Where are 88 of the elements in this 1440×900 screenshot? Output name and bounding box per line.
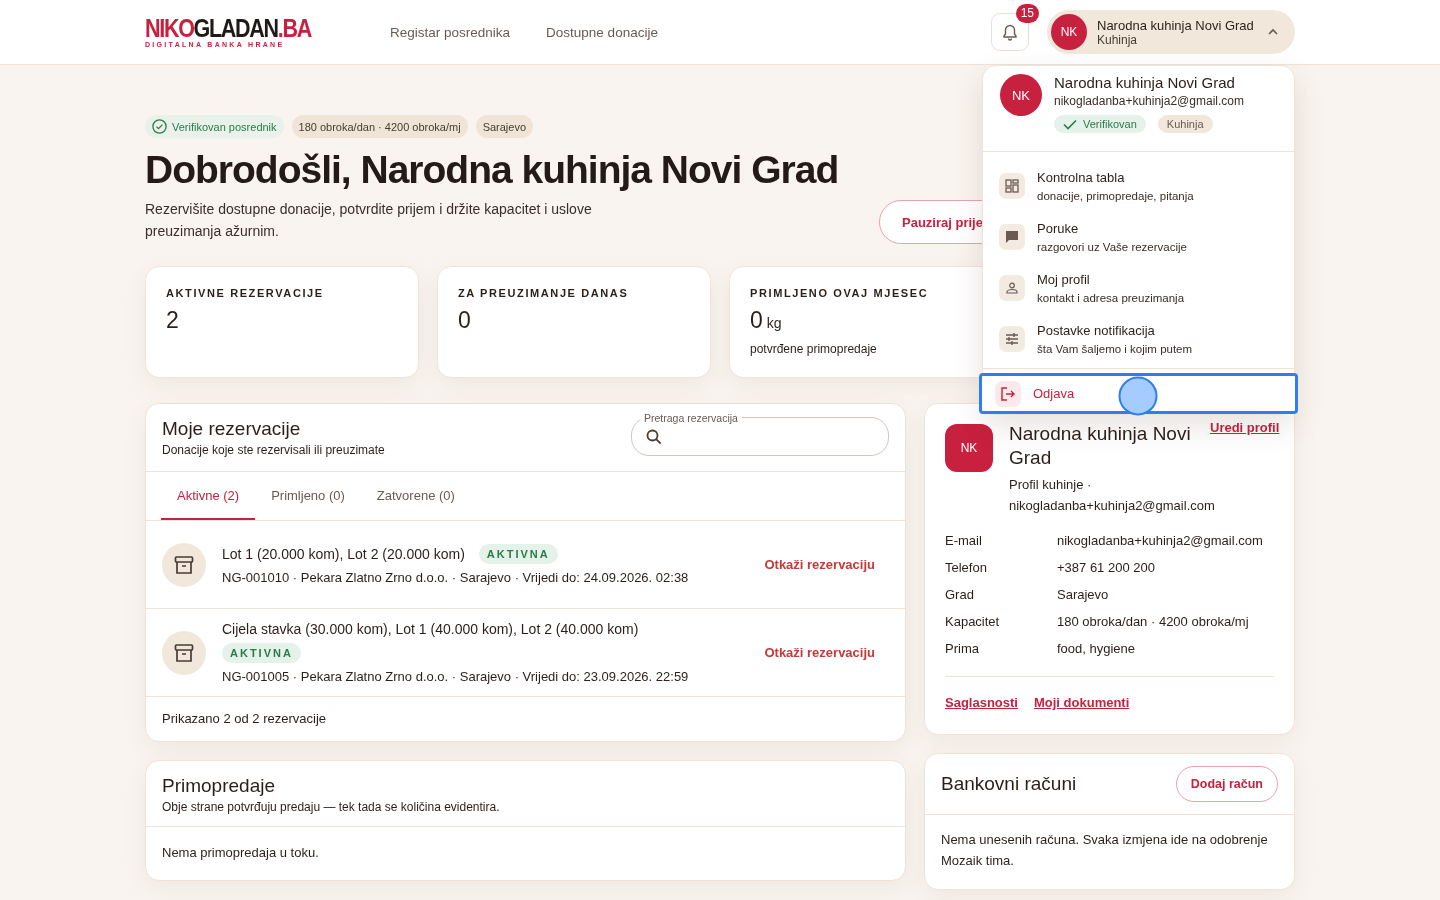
chip-label: Sarajevo xyxy=(482,120,527,133)
status-badge: AKTIVNA xyxy=(478,544,558,564)
page-title: Dobrodošli, Narodna kuhinja Novi Grad xyxy=(145,148,840,192)
account-role: Kuhinja xyxy=(1097,32,1138,47)
menu-item-description: kontakt i adresa preuzimanja xyxy=(1037,291,1185,304)
check-icon xyxy=(1063,118,1077,130)
touch-indicator xyxy=(1118,376,1158,416)
card-title: Bankovni računi xyxy=(941,773,1077,795)
reservation-title: Lot 1 (20.000 kom), Lot 2 (20.000 kom) xyxy=(222,546,465,562)
stat-unit: kg xyxy=(766,315,782,331)
menu-item-label: Poruke xyxy=(1037,220,1080,236)
account-name: Narodna kuhinja Novi Grad xyxy=(1097,17,1254,33)
edit-profile-link[interactable]: Uredi profil xyxy=(1210,420,1280,435)
check-circle-icon xyxy=(152,119,167,134)
menu-item-description: donacije, primopredaje, pitanja xyxy=(1037,189,1194,202)
stat-note: potvrđene primopredaje xyxy=(750,342,878,356)
status-badge: AKTIVNA xyxy=(222,643,301,663)
bell-icon xyxy=(1002,23,1018,41)
cancel-reservation-link[interactable]: Otkaži rezervaciju xyxy=(764,645,875,660)
menu-item[interactable]: Postavke notifikacija šta Vam šaljemo i kojim putem xyxy=(983,313,1294,364)
menu-item-description: šta Vam šaljemo i kojim putem xyxy=(1037,342,1193,355)
chevron-icon xyxy=(1267,28,1279,36)
field-label: Kapacitet xyxy=(945,614,1001,629)
stat-value: 0 xyxy=(750,307,763,334)
search-field[interactable]: Pretraga rezervacija xyxy=(631,411,889,456)
badge-label: Verifikovan xyxy=(1083,118,1137,130)
person-icon xyxy=(1006,281,1018,294)
search-icon xyxy=(646,429,662,445)
notification-count: 15 xyxy=(1015,4,1039,23)
archive-box-icon xyxy=(174,554,194,575)
field-label: E-mail xyxy=(945,533,983,548)
menu-item-description: razgovori uz Vaše rezervacije xyxy=(1037,240,1187,253)
reservation-details: NG-001005 · Pekara Zlatno Zrno d.o.o. · Sarajevo · Vrijedi do: 23.09.2026. 22:59 xyxy=(222,669,690,684)
menu-item-label: Postavke notifikacija xyxy=(1037,322,1156,338)
chat-icon xyxy=(1005,229,1019,244)
profile-link[interactable]: Saglasnosti xyxy=(945,695,1018,710)
field-value: food, hygiene xyxy=(1057,641,1137,656)
chip-label: 180 obroka/dan · 4200 obroka/mj xyxy=(298,120,461,133)
sliders-icon xyxy=(1005,332,1019,345)
stat-value: 0 xyxy=(458,307,471,334)
menu-item-label: Kontrolna tabla xyxy=(1037,169,1126,185)
cancel-reservation-link[interactable]: Otkaži rezervaciju xyxy=(764,557,875,572)
field-value: nikogladanba+kuhinja2@gmail.com xyxy=(1057,533,1264,548)
card-subtitle: Donacije koje ste rezervisali ili preuzimate xyxy=(162,443,385,457)
avatar: NK xyxy=(1000,74,1042,116)
archive-box-icon xyxy=(174,642,194,663)
profile-name: Narodna kuhinja Novi Grad xyxy=(1009,422,1192,470)
card-subtitle: Obje strane potvrđuju predaju — tek tada se količina evidentira. xyxy=(162,800,501,814)
nav-link[interactable]: Dostupne donacije xyxy=(546,24,658,40)
page-description: Rezervišite dostupne donacije, potvrdite prijem i držite kapacitet i uslove preuzimanja ažurnim. xyxy=(145,200,593,241)
field-value: Sarajevo xyxy=(1057,587,1110,602)
menu-account-name: Narodna kuhinja Novi Grad xyxy=(1054,74,1236,91)
card-title: Primopredaje xyxy=(162,775,276,797)
results-count: Prikazano 2 od 2 rezervacije xyxy=(161,710,328,728)
tab[interactable]: Aktivne (2) xyxy=(161,472,256,520)
field-label: Telefon xyxy=(945,560,988,575)
reservation-title: Cijela stavka (30.000 kom), Lot 1 (40.000 kom), Lot 2 (40.000 kom) xyxy=(222,621,639,637)
stat-label: ZA PREUZIMANJE DANAS xyxy=(458,287,630,299)
menu-item[interactable]: Moj profil kontakt i adresa preuzimanja xyxy=(983,262,1294,313)
reservation-details: NG-001010 · Pekara Zlatno Zrno d.o.o. · Sarajevo · Vrijedi do: 24.09.2026. 02:38 xyxy=(222,570,690,585)
dashboard-icon xyxy=(1005,178,1019,193)
avatar: NK xyxy=(945,424,993,472)
stat-value: 2 xyxy=(166,307,179,334)
field-label: Grad xyxy=(945,587,975,602)
stat-label: AKTIVNE REZERVACIJE xyxy=(166,287,325,299)
add-account-button[interactable]: Dodaj račun xyxy=(1175,766,1278,802)
card-title: Moje rezervacije xyxy=(162,418,302,440)
logout-menu-item[interactable]: Odjava xyxy=(979,373,1298,414)
nav-link[interactable]: Registar posrednika xyxy=(390,24,511,40)
menu-account-email: nikogladanba+kuhinja2@gmail.com xyxy=(1054,94,1244,108)
tab[interactable]: Zatvorene (0) xyxy=(360,472,471,520)
badge-label: Kuhinja xyxy=(1166,118,1204,130)
logout-icon xyxy=(1001,386,1015,401)
profile-link[interactable]: Moji dokumenti xyxy=(1033,695,1130,710)
chip-label: Verifikovan posrednik xyxy=(172,120,277,133)
menu-item-label: Moj profil xyxy=(1037,271,1091,287)
stat-label: PRIMLJENO OVAJ MJESEC xyxy=(750,287,930,299)
empty-message: Nema primopredaja u toku. xyxy=(161,844,320,862)
logo-wordmark: NIKOGLADAN.BA xyxy=(145,15,311,40)
empty-message: Nema unesenih računa. Svaka izmjena ide na odobrenje Mozaik tima. xyxy=(940,831,1269,870)
profile-subtitle: Profil kuhinje · nikogladanba+kuhinja2@gmail.com xyxy=(1009,476,1216,515)
field-value: +387 61 200 200 xyxy=(1057,560,1156,575)
tab[interactable]: Primljeno (0) xyxy=(255,472,361,520)
account-menu-button[interactable]: NK Narodna kuhinja Novi Grad Kuhinja xyxy=(1047,10,1295,54)
field-value: 180 obroka/dan · 4200 obroka/mj xyxy=(1057,614,1250,629)
field-label: Prima xyxy=(945,641,980,656)
search-label: Pretraga rezervacija xyxy=(643,411,739,424)
avatar: NK xyxy=(1051,14,1087,50)
